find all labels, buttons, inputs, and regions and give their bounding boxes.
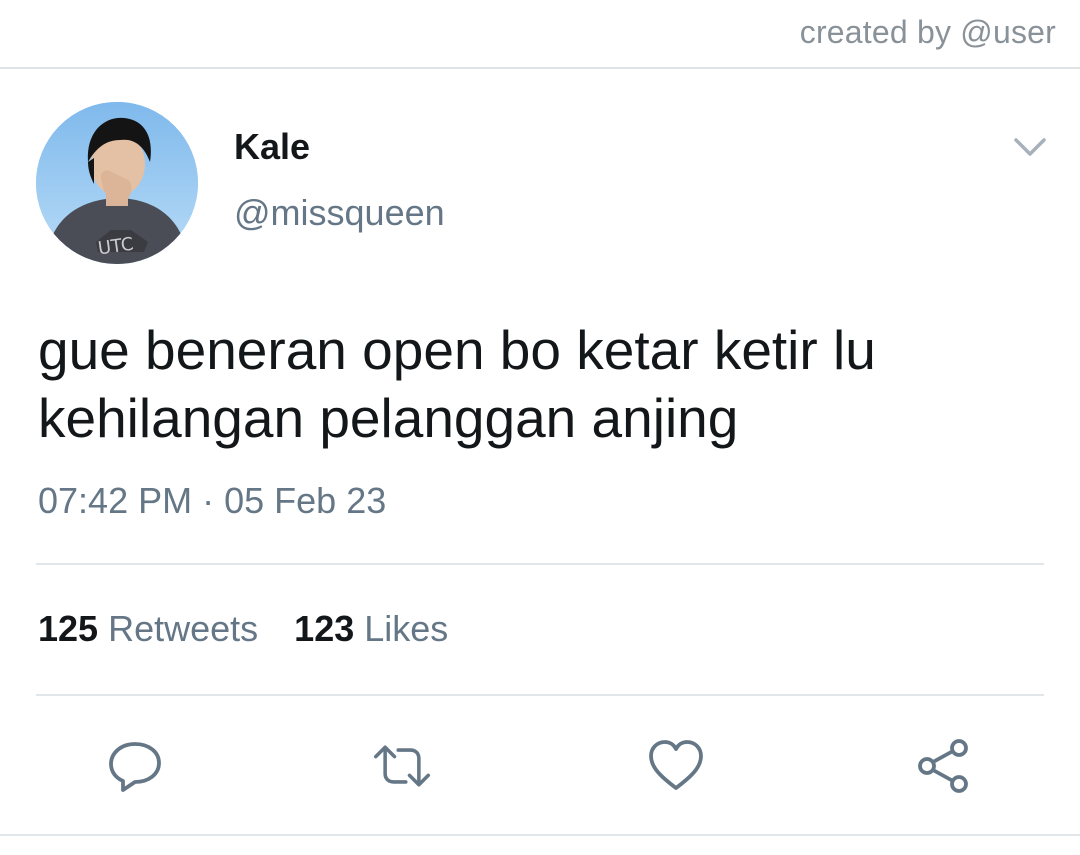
- tweet-date: 05 Feb 23: [224, 480, 387, 521]
- tweet-text: gue beneran open bo ketar ketir lu kehil…: [38, 316, 1038, 452]
- share-icon: [918, 739, 968, 793]
- retweet-button[interactable]: [372, 736, 432, 796]
- retweets-count: 125: [38, 608, 99, 649]
- heart-icon: [649, 740, 703, 790]
- tweet-text-line: kehilangan pelanggan anjing: [38, 387, 739, 449]
- retweets-stat[interactable]: 125 Retweets: [38, 608, 258, 649]
- likes-stat[interactable]: 123 Likes: [294, 608, 448, 649]
- header-divider: [0, 67, 1080, 69]
- user-handle[interactable]: @missqueen: [234, 192, 445, 234]
- tweet-text-line: gue beneran open bo ketar ketir lu: [38, 319, 876, 381]
- reply-icon: [109, 742, 161, 792]
- avatar[interactable]: UTC: [36, 102, 198, 264]
- tweet-timestamp[interactable]: 07:42 PM · 05 Feb 23: [38, 480, 386, 522]
- timestamp-divider: [36, 563, 1044, 565]
- bottom-divider: [0, 834, 1080, 836]
- reply-button[interactable]: [105, 736, 165, 796]
- display-name[interactable]: Kale: [234, 126, 310, 168]
- like-button[interactable]: [646, 736, 706, 796]
- likes-count: 123: [294, 608, 355, 649]
- tweet-time: 07:42 PM: [38, 480, 193, 521]
- retweet-icon: [373, 745, 431, 787]
- timestamp-separator: ·: [202, 480, 215, 521]
- share-button[interactable]: [914, 736, 974, 796]
- chevron-down-icon[interactable]: [1012, 134, 1048, 160]
- stats-divider: [36, 694, 1044, 696]
- watermark-credit: created by @user: [799, 14, 1056, 50]
- engagement-stats: 125 Retweets 123 Likes: [38, 608, 448, 650]
- retweets-label: Retweets: [108, 608, 259, 649]
- avatar-image: UTC: [36, 102, 198, 264]
- likes-label: Likes: [364, 608, 449, 649]
